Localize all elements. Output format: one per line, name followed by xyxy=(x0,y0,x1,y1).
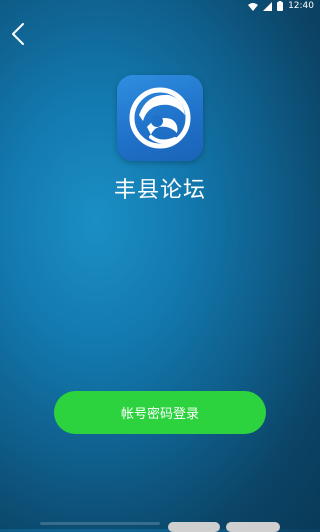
back-chevron-icon xyxy=(11,23,25,49)
signal-icon xyxy=(263,1,273,11)
account-password-login-button[interactable]: 帐号密码登录 xyxy=(54,391,266,434)
app-logo xyxy=(117,75,203,161)
bottom-hint-text xyxy=(40,522,160,525)
bottom-pill-left[interactable] xyxy=(168,522,220,532)
status-icons: 12:40 xyxy=(248,1,314,11)
wifi-icon xyxy=(248,2,259,11)
bottom-pill-right[interactable] xyxy=(226,522,280,532)
back-button[interactable] xyxy=(8,23,28,49)
app-title: 丰县论坛 xyxy=(113,178,206,203)
battery-icon xyxy=(277,1,284,11)
status-bar: 12:40 xyxy=(0,0,320,14)
status-time: 12:40 xyxy=(288,1,314,11)
phoenix-logo-icon xyxy=(117,87,203,165)
